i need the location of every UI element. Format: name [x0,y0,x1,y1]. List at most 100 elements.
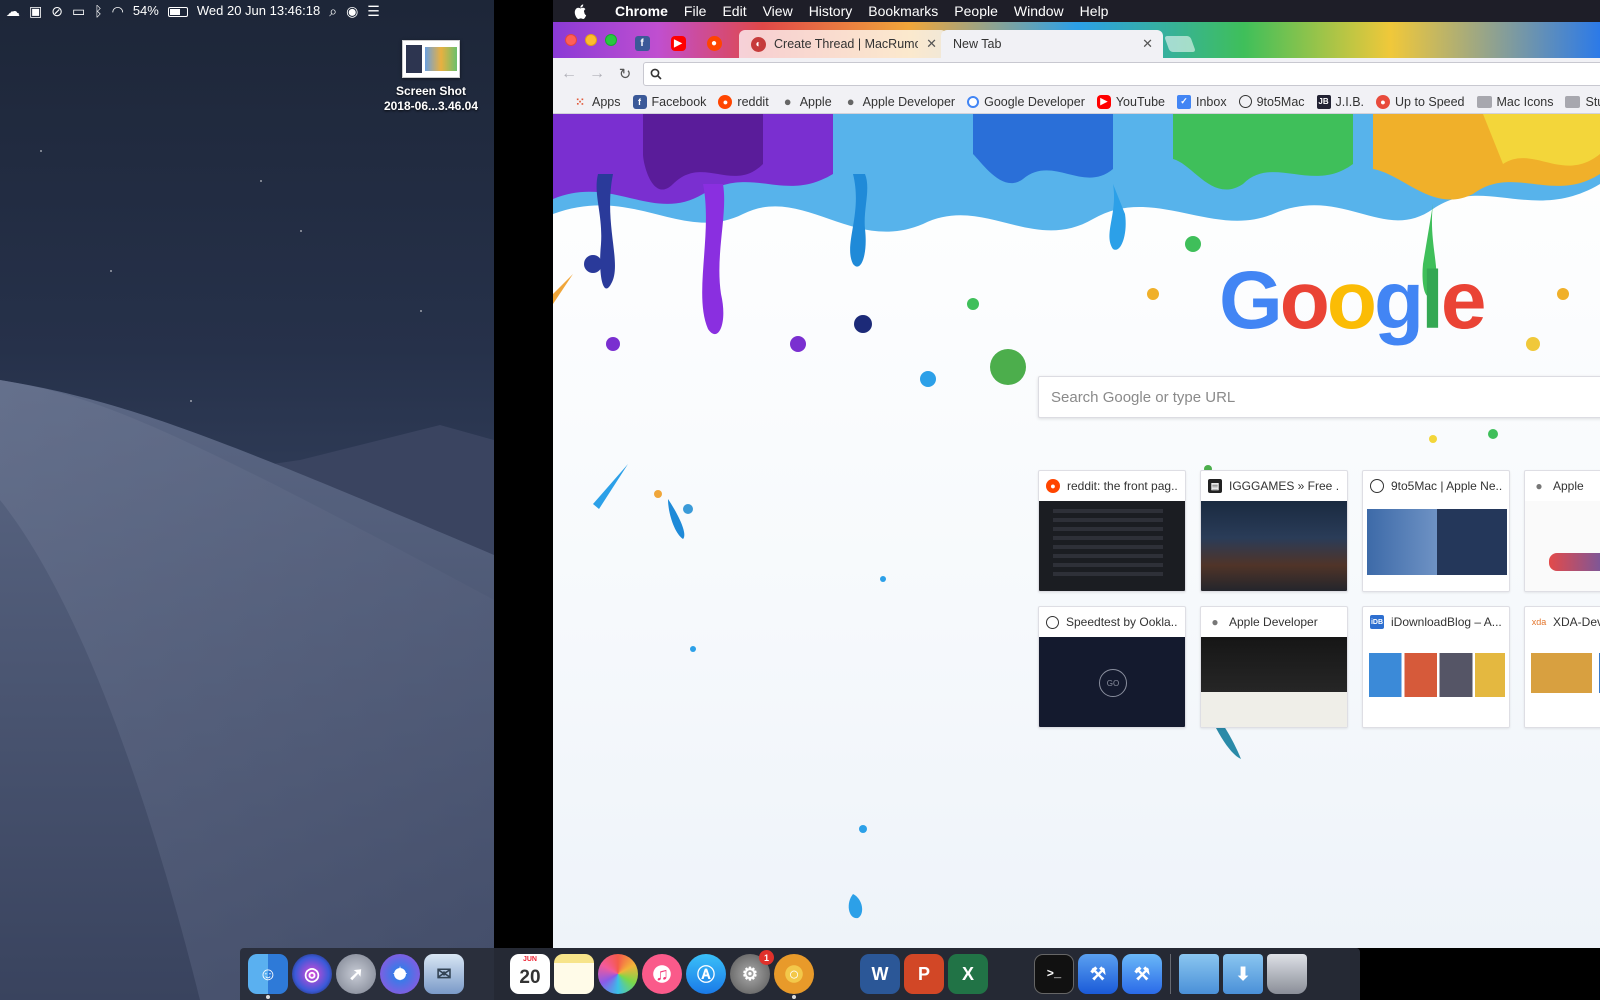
tab-close-icon[interactable]: ✕ [1142,36,1153,52]
bookmark-reddit[interactable]: ● reddit [712,94,774,109]
app-store-icon[interactable]: Ⓐ [686,954,726,994]
notes-icon[interactable] [554,954,594,994]
itunes-icon[interactable]: ♫ [642,954,682,994]
tab-new-tab[interactable]: New Tab ✕ [941,30,1163,58]
battery-icon[interactable] [167,6,188,17]
igggames-icon: ▤ [1208,479,1222,493]
terminal-icon[interactable]: >_ [1034,954,1074,994]
mail-icon[interactable]: ✉ [424,954,464,994]
wifi-icon[interactable]: ◠ [112,0,124,22]
pinned-tab-youtube[interactable]: ▶ [665,30,691,56]
window-maximize-button[interactable] [605,34,617,46]
pinned-tab-reddit[interactable]: ● [701,30,727,56]
safari-icon[interactable]: ✦ [380,954,420,994]
bookmark-jib[interactable]: JB J.I.B. [1311,94,1370,109]
app-name-menu[interactable]: Chrome [607,0,676,22]
notification-badge: 1 [759,950,774,965]
reload-icon[interactable]: ↻ [613,62,637,86]
siri-icon[interactable]: ◉ [346,0,358,22]
bookmark-google-developer[interactable]: Google Developer [961,95,1091,109]
system-preferences-icon[interactable]: ⚙ 1 [730,950,774,994]
menu-edit[interactable]: Edit [714,0,754,22]
finder-icon[interactable]: ☺ [248,954,288,999]
menu-window[interactable]: Window [1006,0,1072,22]
most-visited-tile-reddit[interactable]: ● reddit: the front pag... [1038,470,1186,592]
tab-macrumors[interactable]: ◐ Create Thread | MacRumors Fo ✕ [739,30,947,58]
app-menubar: Chrome File Edit View History Bookmarks … [553,0,1600,22]
notification-center-icon[interactable]: ☰ [367,0,380,22]
documents-folder-icon[interactable] [1179,954,1219,994]
tile-title: reddit: the front pag... [1067,479,1178,493]
most-visited-tile-apple[interactable]: ● Apple [1524,470,1600,592]
sync-icon[interactable]: ⊘ [51,0,63,22]
bookmark-folder-stuff[interactable]: Stuff [1559,95,1600,109]
bookmark-facebook[interactable]: f Facebook [627,94,713,109]
tab-strip: f ▶ ● ◐ Create Thread | MacRumors Fo ✕ N… [553,22,1600,58]
bookmark-apple[interactable]: ● Apple [775,94,838,109]
menu-people[interactable]: People [946,0,1006,22]
clock-icon [1238,95,1252,108]
google-logo: Google [1219,255,1486,346]
ntp-search-input[interactable] [1051,388,1600,406]
menu-history[interactable]: History [801,0,861,22]
address-input[interactable] [668,66,1600,82]
dune-landscape [0,380,494,1000]
google-logo-letter: g [1373,255,1424,346]
bookmark-youtube[interactable]: ▶ YouTube [1091,94,1171,109]
most-visited-tile-speedtest[interactable]: Speedtest by Ookla... [1038,606,1186,728]
tab-close-icon[interactable]: ✕ [926,36,937,52]
forward-arrow-icon[interactable]: → [585,62,609,86]
address-bar[interactable] [643,62,1600,86]
most-visited-tile-igggames[interactable]: ▤ IGGGAMES » Free ... [1200,470,1348,592]
bookmark-9to5mac[interactable]: 9to5Mac [1233,95,1311,109]
airplay-icon[interactable]: ▭ [72,0,85,22]
folder-icon [1565,95,1581,108]
tile-title: Apple [1553,479,1584,493]
menubar-clock[interactable]: Wed 20 Jun 13:46:18 [197,0,320,22]
bookmark-folder-mac-icons[interactable]: Mac Icons [1471,95,1560,109]
calendar-icon[interactable]: JUN 20 [510,954,550,994]
bookmark-up-to-speed[interactable]: ● Up to Speed [1370,94,1471,109]
powerpoint-icon[interactable]: P [904,954,944,994]
desktop-file-screenshot[interactable]: Screen Shot 2018-06...3.46.04 [372,40,490,114]
desktop-wallpaper: ☁ ▣ ⊘ ▭ ᛒ ◠ 54% Wed 20 Jun 13:46:18 ⌕ ◉ … [0,0,494,1000]
bookmark-label: Inbox [1195,94,1227,109]
tile-thumbnail [1363,501,1509,591]
battery-percent[interactable]: 54% [133,0,159,22]
bookmark-apple-developer[interactable]: ● Apple Developer [838,94,961,109]
excel-icon[interactable]: X [948,954,988,994]
instruments-icon[interactable]: ⚒ [1122,954,1162,994]
launchpad-icon[interactable]: ➚ [336,954,376,994]
most-visited-tile-xda[interactable]: xda XDA-Dev [1524,606,1600,728]
ntp-search-box[interactable] [1038,376,1600,418]
creative-cloud-icon[interactable]: ☁ [6,0,20,22]
most-visited-tile-apple-developer[interactable]: ● Apple Developer [1200,606,1348,728]
xcode-icon[interactable]: ⚒ [1078,954,1118,994]
menu-view[interactable]: View [755,0,801,22]
bookmark-apps[interactable]: ⁙ Apps [567,95,627,109]
bluetooth-icon[interactable]: ᛒ [94,0,102,22]
apple-menu-icon[interactable] [573,3,589,19]
folder-icon [1476,95,1492,108]
trash-icon[interactable] [1267,954,1307,994]
screen-capture-icon[interactable]: ▣ [29,0,42,22]
browser-toolbar: ← → ↻ [553,58,1600,90]
most-visited-tile-idownloadblog[interactable]: iDB iDownloadBlog – A... [1362,606,1510,728]
new-tab-button[interactable] [1164,36,1196,52]
bookmark-inbox[interactable]: ✓ Inbox [1171,94,1233,109]
word-icon[interactable]: W [860,954,900,994]
menu-file[interactable]: File [676,0,715,22]
most-visited-tile-9to5mac[interactable]: 9to5Mac | Apple Ne... [1362,470,1510,592]
apple-icon: ● [846,94,855,109]
spotlight-search-icon[interactable]: ⌕ [329,0,337,22]
back-arrow-icon[interactable]: ← [557,62,581,86]
window-close-button[interactable] [565,34,577,46]
downloads-folder-icon[interactable]: ⬇ [1223,954,1263,994]
window-minimize-button[interactable] [585,34,597,46]
chrome-icon[interactable]: ○ [774,954,814,999]
pinned-tab-facebook[interactable]: f [629,30,655,56]
siri-icon[interactable]: ◎ [292,954,332,994]
menu-bookmarks[interactable]: Bookmarks [860,0,946,22]
menu-help[interactable]: Help [1072,0,1117,22]
photos-icon[interactable] [598,954,638,994]
